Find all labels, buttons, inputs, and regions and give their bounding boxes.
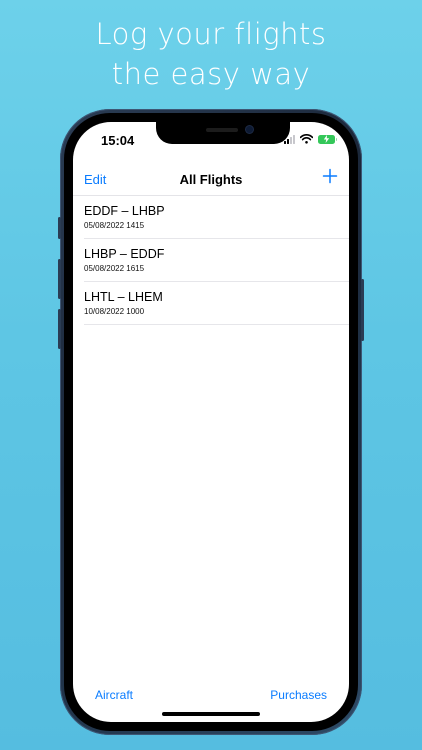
status-time: 15:04 xyxy=(101,133,135,148)
page-title: All Flights xyxy=(179,172,243,187)
flight-datetime: 05/08/2022 1415 xyxy=(84,221,145,230)
battery-charging-icon xyxy=(318,134,337,144)
wifi-icon xyxy=(300,134,313,144)
flight-row[interactable]: LHBP – EDDF 05/08/2022 1615 xyxy=(84,239,349,282)
purchases-button[interactable]: Purchases xyxy=(270,688,327,702)
add-flight-button[interactable] xyxy=(322,168,338,184)
flight-route: LHTL – LHEM xyxy=(84,290,163,304)
home-indicator[interactable] xyxy=(162,712,260,716)
phone-power-button xyxy=(361,279,364,341)
phone-volume-up-button xyxy=(58,259,61,299)
promo-headline-line-2: the easy way xyxy=(111,57,311,91)
phone-notch xyxy=(156,122,290,144)
promo-headline-line-1: Log your flights xyxy=(95,17,327,51)
aircraft-button[interactable]: Aircraft xyxy=(95,688,133,702)
phone-volume-down-button xyxy=(58,309,61,349)
app-screen: 15:04 Edit All Flights EDDF – LHBP 05/08… xyxy=(73,122,349,722)
plus-icon xyxy=(322,168,338,184)
cellular-signal-icon xyxy=(284,134,295,144)
flight-route: LHBP – EDDF xyxy=(84,247,165,261)
promo-headline: Log your flights the easy way xyxy=(0,14,422,94)
flight-route: EDDF – LHBP xyxy=(84,204,165,218)
flight-datetime: 10/08/2022 1000 xyxy=(84,307,145,316)
flight-row[interactable]: EDDF – LHBP 05/08/2022 1415 xyxy=(84,196,349,239)
flight-list: EDDF – LHBP 05/08/2022 1415 LHBP – EDDF … xyxy=(73,196,349,325)
earpiece-speaker xyxy=(206,128,238,132)
flight-row[interactable]: LHTL – LHEM 10/08/2022 1000 xyxy=(84,282,349,325)
phone-side-button xyxy=(58,217,61,239)
front-camera-icon xyxy=(246,126,253,133)
status-icons xyxy=(284,133,337,145)
flight-datetime: 05/08/2022 1615 xyxy=(84,264,145,273)
phone-frame: 15:04 Edit All Flights EDDF – LHBP 05/08… xyxy=(58,109,364,735)
